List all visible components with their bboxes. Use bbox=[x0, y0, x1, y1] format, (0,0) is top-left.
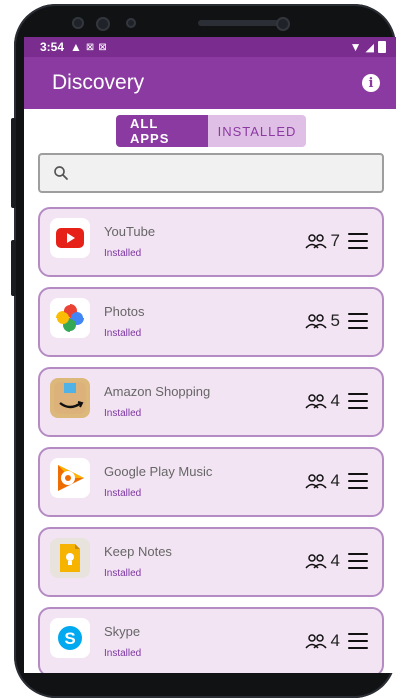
warning-icon: ▲ bbox=[70, 40, 82, 54]
signal-icon: ◢ bbox=[365, 41, 374, 54]
list-item[interactable]: S Skype Installed 4 bbox=[38, 607, 384, 673]
page-title: Discovery bbox=[52, 71, 145, 94]
app-status: Installed bbox=[104, 248, 142, 259]
youtube-icon bbox=[50, 218, 90, 258]
list-item[interactable]: YouTube Installed 7 bbox=[38, 207, 384, 277]
users-icon bbox=[304, 554, 327, 569]
phone-sensor-2 bbox=[126, 18, 136, 28]
users-count-value: 7 bbox=[330, 231, 340, 250]
tab-group: ALL APPS INSTALLED bbox=[116, 115, 306, 147]
menu-icon[interactable] bbox=[348, 473, 368, 489]
sim-icon: ⊠ bbox=[85, 41, 95, 53]
users-icon bbox=[304, 394, 327, 409]
app-name: Skype bbox=[104, 624, 141, 639]
menu-icon[interactable] bbox=[348, 633, 368, 649]
users-count-value: 4 bbox=[330, 391, 340, 410]
app-screen: 3:54 ▲ ⊠ ⊠ ▼ ◢ Discovery i ALL APPS INST… bbox=[24, 37, 396, 673]
menu-icon[interactable] bbox=[348, 313, 368, 329]
svg-text:S: S bbox=[64, 629, 75, 648]
users-count: 4 bbox=[304, 391, 368, 411]
status-time: 3:54 bbox=[40, 40, 65, 54]
phone-speaker bbox=[198, 20, 284, 26]
app-name: YouTube bbox=[104, 224, 156, 239]
users-count-value: 4 bbox=[330, 471, 340, 490]
app-name: Amazon Shopping bbox=[104, 384, 211, 399]
users-icon bbox=[304, 234, 327, 249]
users-count-value: 5 bbox=[330, 311, 340, 330]
wifi-icon: ▼ bbox=[349, 40, 362, 54]
list-item[interactable]: Photos Installed 5 bbox=[38, 287, 384, 357]
skype-icon: S bbox=[50, 618, 90, 658]
phone-front-camera bbox=[276, 17, 290, 31]
keep-notes-icon bbox=[50, 538, 90, 578]
app-status: Installed bbox=[104, 328, 142, 339]
menu-icon[interactable] bbox=[348, 553, 368, 569]
battery-icon bbox=[378, 41, 386, 53]
menu-icon[interactable] bbox=[348, 233, 368, 249]
app-bar: Discovery i bbox=[24, 57, 396, 109]
phone-sensor bbox=[72, 17, 84, 29]
users-count: 4 bbox=[304, 631, 368, 651]
app-name: Photos bbox=[104, 304, 145, 319]
tab-all-apps[interactable]: ALL APPS bbox=[116, 115, 208, 147]
users-count-value: 4 bbox=[330, 631, 340, 650]
amazon-icon bbox=[50, 378, 90, 418]
app-name: Keep Notes bbox=[104, 544, 172, 559]
users-count: 4 bbox=[304, 551, 368, 571]
search-input[interactable] bbox=[78, 157, 372, 189]
menu-icon[interactable] bbox=[348, 393, 368, 409]
app-status: Installed bbox=[104, 568, 142, 579]
users-count: 4 bbox=[304, 471, 368, 491]
play-music-icon bbox=[50, 458, 90, 498]
app-name: Google Play Music bbox=[104, 464, 213, 479]
info-icon[interactable]: i bbox=[362, 74, 380, 92]
users-icon bbox=[304, 314, 327, 329]
list-item[interactable]: Keep Notes Installed 4 bbox=[38, 527, 384, 597]
phone-camera bbox=[96, 17, 110, 31]
users-icon bbox=[304, 634, 327, 649]
users-count: 7 bbox=[304, 231, 368, 251]
app-status: Installed bbox=[104, 488, 142, 499]
list-item[interactable]: Google Play Music Installed 4 bbox=[38, 447, 384, 517]
list-item[interactable]: Amazon Shopping Installed 4 bbox=[38, 367, 384, 437]
photos-icon bbox=[50, 298, 90, 338]
search-icon bbox=[54, 166, 68, 180]
users-icon bbox=[304, 474, 327, 489]
power-button bbox=[11, 240, 16, 296]
users-count-value: 4 bbox=[330, 551, 340, 570]
search-bar[interactable] bbox=[38, 153, 384, 193]
app-status: Installed bbox=[104, 408, 142, 419]
status-bar: 3:54 ▲ ⊠ ⊠ ▼ ◢ bbox=[24, 37, 396, 57]
users-count: 5 bbox=[304, 311, 368, 331]
app-status: Installed bbox=[104, 648, 142, 659]
card-icon: ⊠ bbox=[98, 41, 107, 53]
tab-installed[interactable]: INSTALLED bbox=[208, 115, 306, 147]
volume-button bbox=[11, 118, 16, 208]
app-list: YouTube Installed 7 Photos Installed 5 A… bbox=[38, 207, 384, 673]
